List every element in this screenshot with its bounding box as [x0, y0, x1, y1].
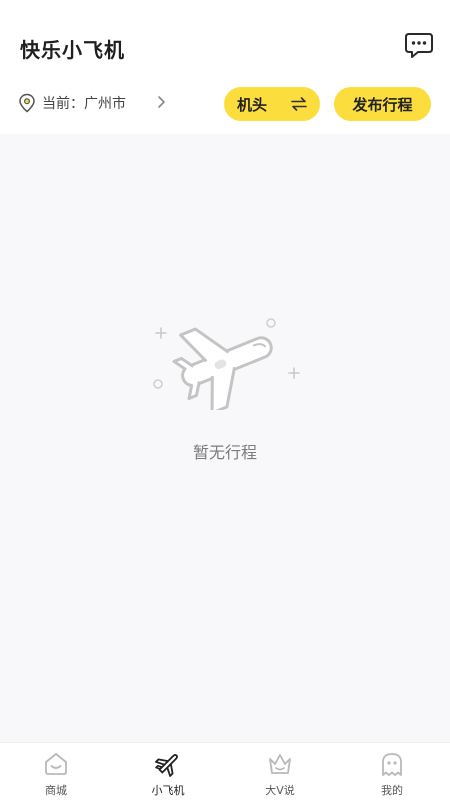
app-title: 快乐小飞机 [20, 38, 125, 62]
tab-bigv-label: 大V说 [265, 784, 295, 797]
crown-icon [269, 754, 291, 774]
empty-state-text: 暂无行程 [192, 443, 257, 462]
switch-role-button[interactable]: 机头 [224, 87, 320, 121]
tab-bigv[interactable]: 大V说 [224, 743, 336, 801]
tab-mine[interactable]: 我的 [336, 743, 448, 801]
message-button[interactable] [404, 31, 434, 59]
tab-airplane-label: 小飞机 [151, 784, 185, 797]
tab-airplane[interactable]: 小飞机 [112, 743, 224, 801]
tab-mine-label: 我的 [381, 784, 403, 797]
empty-airplane-icon [153, 318, 300, 410]
swap-arrows-icon [291, 97, 307, 111]
shop-icon [45, 753, 67, 775]
trip-list-area[interactable]: 暂无行程 [0, 134, 450, 742]
chevron-right-icon[interactable] [156, 94, 166, 110]
location-selector[interactable]: 当前：广州市 [18, 88, 126, 118]
location-pin-icon [19, 93, 35, 113]
header: 快乐小飞机 当前：广州市 机头 发布行程 [0, 0, 450, 134]
airplane-icon [155, 754, 178, 777]
publish-trip-label: 发布行程 [352, 95, 413, 114]
ghost-icon [382, 753, 402, 776]
message-icon [405, 33, 433, 58]
current-location-text: 当前：广州市 [42, 96, 126, 112]
tab-shop[interactable]: 商城 [0, 743, 112, 801]
bottom-tab-bar: 商城 小飞机 大V说 我的 [0, 742, 450, 801]
switch-role-label: 机头 [236, 95, 267, 114]
tab-shop-label: 商城 [45, 784, 67, 797]
publish-trip-button[interactable]: 发布行程 [334, 87, 431, 121]
